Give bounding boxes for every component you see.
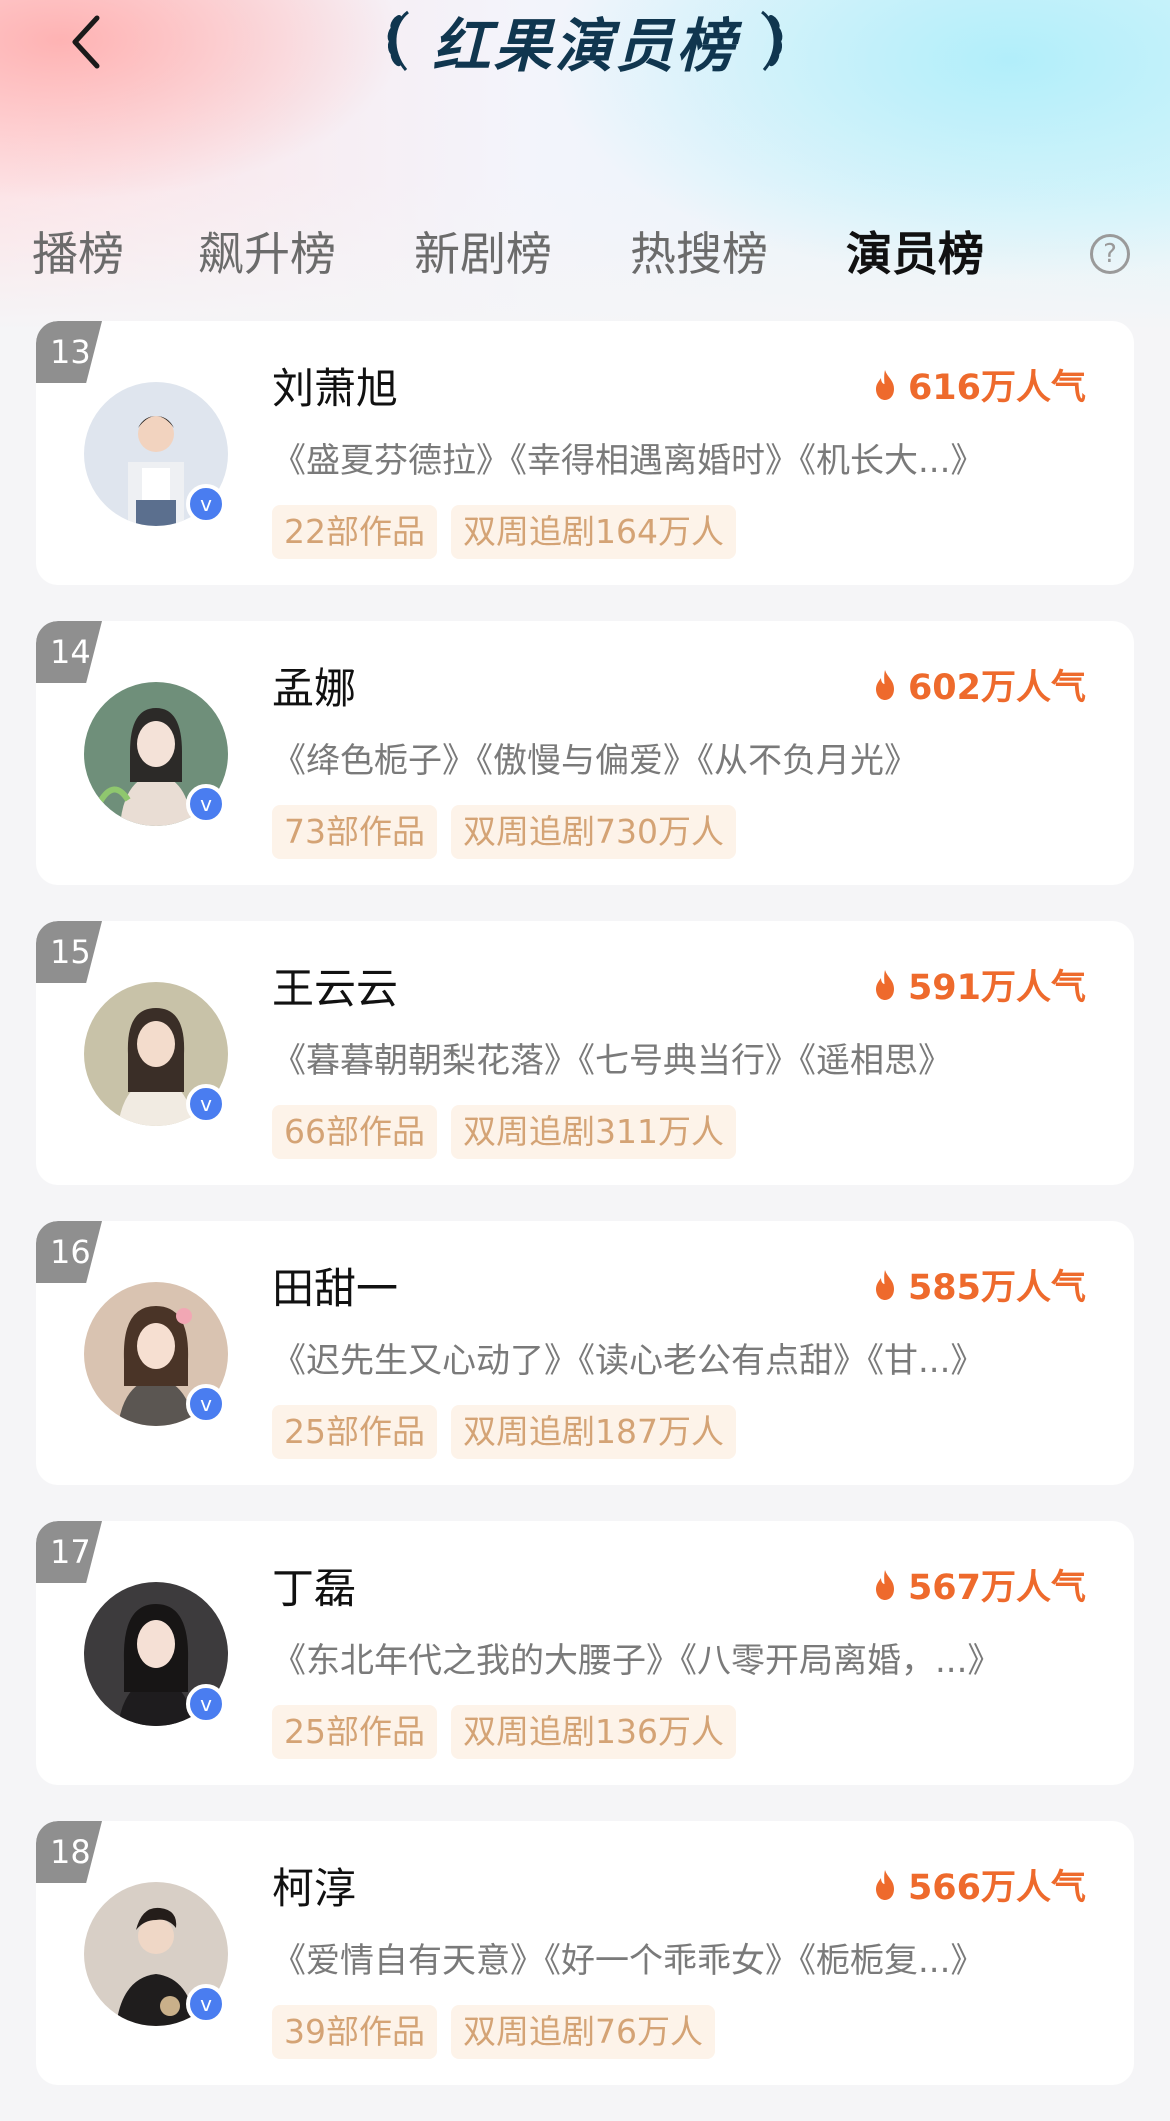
actor-card[interactable]: 18 v 柯淳 566万人气 《爱情自有天意》《好一个乖乖女》《栀栀复...》 (36, 1821, 1134, 2085)
verified-badge: v (186, 784, 226, 824)
popularity-value: 602万人气 (907, 668, 1086, 708)
laurel-right-icon (760, 10, 782, 71)
popularity-value: 585万人气 (907, 1268, 1086, 1308)
followers-tag: 双周追剧311万人 (451, 1105, 736, 1159)
avatar[interactable]: v (84, 982, 228, 1126)
followers-tag: 双周追剧730万人 (451, 805, 736, 859)
actor-name: 丁磊 (272, 1564, 357, 1613)
verified-badge: v (186, 1384, 226, 1424)
rank-badge: 14 (36, 621, 102, 683)
popularity: 591万人气 (872, 959, 1086, 1010)
actor-name: 柯淳 (272, 1864, 357, 1913)
tab-new-drama[interactable]: 新剧榜 (414, 218, 552, 284)
actor-card[interactable]: 15 v 王云云 591万人气 《暮暮朝朝梨花落》《七号典当行》《遥相思》 66… (36, 921, 1134, 1185)
fire-icon (875, 669, 894, 700)
popularity: 616万人气 (872, 359, 1086, 410)
actor-name: 孟娜 (272, 664, 357, 713)
tab-rising[interactable]: 飙升榜 (198, 218, 336, 284)
works-count-tag: 73部作品 (272, 805, 437, 859)
actor-name: 田甜一 (272, 1264, 399, 1313)
popularity-value: 566万人气 (907, 1868, 1086, 1908)
works-count-tag: 25部作品 (272, 1705, 437, 1759)
verified-badge: v (186, 1984, 226, 2024)
works-count-tag: 39部作品 (272, 2005, 437, 2059)
popularity-value: 616万人气 (907, 368, 1086, 408)
fire-icon (875, 1869, 894, 1900)
verified-badge: v (186, 1084, 226, 1124)
followers-tag: 双周追剧164万人 (451, 505, 736, 559)
tab-bo[interactable]: 播榜 (32, 218, 124, 284)
works-list: 《盛夏芬德拉》《幸得相遇离婚时》《机长大...》 (272, 441, 985, 481)
verified-badge: v (186, 1684, 226, 1724)
actor-name: 王云云 (272, 964, 399, 1013)
popularity: 567万人气 (872, 1559, 1086, 1610)
tag-row: 66部作品 双周追剧311万人 (272, 1105, 736, 1159)
fire-icon (875, 1569, 894, 1600)
popularity: 585万人气 (872, 1259, 1086, 1310)
popularity: 566万人气 (872, 1859, 1086, 1910)
works-list: 《暮暮朝朝梨花落》《七号典当行》《遥相思》 (272, 1041, 952, 1081)
avatar[interactable]: v (84, 1882, 228, 2026)
fire-icon (875, 969, 894, 1000)
rank-badge: 17 (36, 1521, 102, 1583)
followers-tag: 双周追剧187万人 (451, 1405, 736, 1459)
rank-badge: 15 (36, 921, 102, 983)
tag-row: 25部作品 双周追剧136万人 (272, 1705, 736, 1759)
rank-badge: 16 (36, 1221, 102, 1283)
fire-icon (875, 369, 894, 400)
avatar[interactable]: v (84, 682, 228, 826)
title-text: 红果演员榜 (432, 12, 738, 80)
page-title: 红果演员榜 (0, 0, 1170, 82)
popularity: 602万人气 (872, 659, 1086, 710)
actor-name: 刘萧旭 (272, 364, 399, 413)
tag-row: 39部作品 双周追剧76万人 (272, 2005, 715, 2059)
popularity-value: 591万人气 (907, 968, 1086, 1008)
actor-card[interactable]: 13 v 刘萧旭 616万人气 《盛夏芬德拉》《幸得相遇离婚时》《机长大...》… (36, 321, 1134, 585)
tag-row: 73部作品 双周追剧730万人 (272, 805, 736, 859)
tab-hot-search[interactable]: 热搜榜 (630, 218, 768, 284)
works-count-tag: 22部作品 (272, 505, 437, 559)
works-list: 《绛色栀子》《傲慢与偏爱》《从不负月光》 (272, 741, 918, 781)
tag-row: 25部作品 双周追剧187万人 (272, 1405, 736, 1459)
actor-card[interactable]: 16 v 田甜一 585万人气 《迟先生又心动了》《读心老公有点甜》《甘...》 (36, 1221, 1134, 1485)
avatar[interactable]: v (84, 1282, 228, 1426)
popularity-value: 567万人气 (907, 1568, 1086, 1608)
works-list: 《迟先生又心动了》《读心老公有点甜》《甘...》 (272, 1341, 985, 1381)
rank-badge: 18 (36, 1821, 102, 1883)
fire-icon (875, 1269, 894, 1300)
works-list: 《爱情自有天意》《好一个乖乖女》《栀栀复...》 (272, 1941, 985, 1981)
tag-row: 22部作品 双周追剧164万人 (272, 505, 736, 559)
avatar[interactable]: v (84, 382, 228, 526)
laurel-left-icon (388, 10, 410, 71)
actor-list: 13 v 刘萧旭 616万人气 《盛夏芬德拉》《幸得相遇离婚时》《机长大...》… (36, 321, 1134, 2121)
followers-tag: 双周追剧136万人 (451, 1705, 736, 1759)
avatar[interactable]: v (84, 1582, 228, 1726)
rank-badge: 13 (36, 321, 102, 383)
followers-tag: 双周追剧76万人 (451, 2005, 715, 2059)
tab-bar: 播榜 飙升榜 新剧榜 热搜榜 演员榜 (0, 218, 1170, 288)
actor-card[interactable]: 17 v 丁磊 567万人气 《东北年代之我的大腰子》《八零开局离婚，...》 … (36, 1521, 1134, 1785)
verified-badge: v (186, 484, 226, 524)
works-count-tag: 25部作品 (272, 1405, 437, 1459)
works-count-tag: 66部作品 (272, 1105, 437, 1159)
works-list: 《东北年代之我的大腰子》《八零开局离婚，...》 (272, 1641, 1002, 1681)
actor-card[interactable]: 14 v 孟娜 602万人气 《绛色栀子》《傲慢与偏爱》《从不负月光》 73部作… (36, 621, 1134, 885)
tab-actors[interactable]: 演员榜 (846, 218, 984, 284)
help-circle-icon[interactable]: ? (1090, 234, 1130, 274)
